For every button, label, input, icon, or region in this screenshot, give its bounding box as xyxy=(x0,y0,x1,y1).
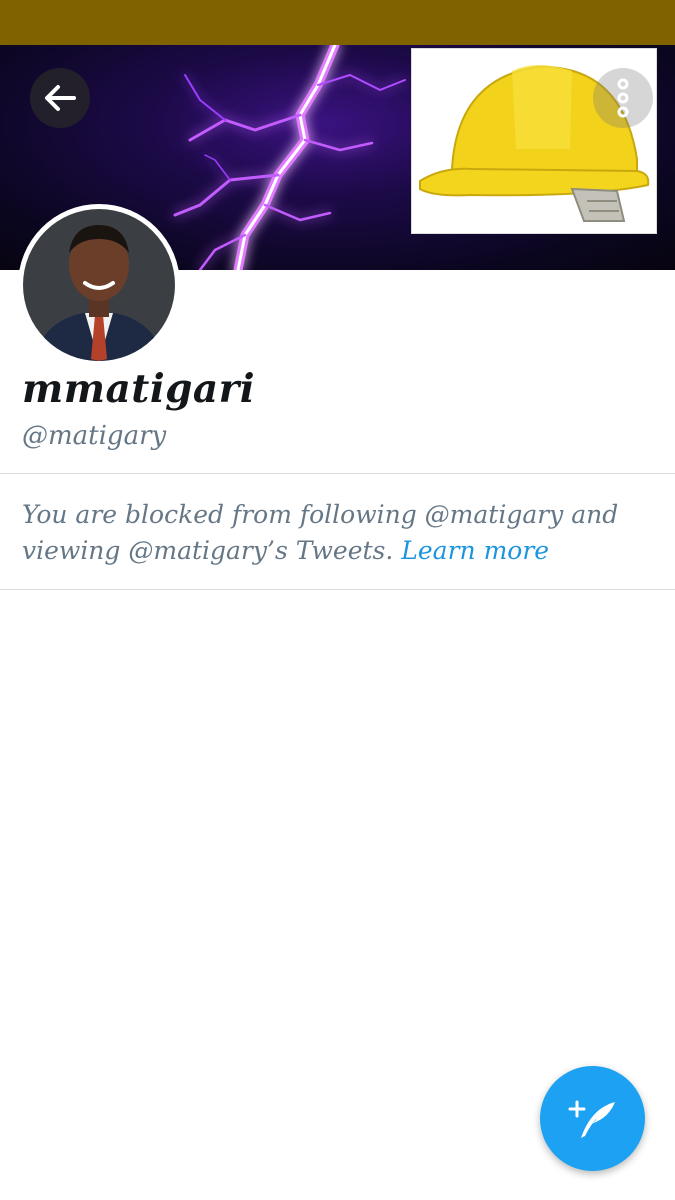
compose-tweet-icon xyxy=(568,1100,615,1138)
profile-avatar[interactable] xyxy=(18,204,180,366)
learn-more-link[interactable]: Learn more xyxy=(401,536,549,565)
display-name: mmatigari xyxy=(22,366,256,412)
back-button[interactable] xyxy=(30,68,90,128)
avatar-photo xyxy=(23,209,175,361)
more-options-button[interactable] xyxy=(593,68,653,128)
status-bar xyxy=(0,0,675,45)
arrow-left-icon xyxy=(45,85,76,111)
divider xyxy=(0,589,675,590)
compose-tweet-button[interactable] xyxy=(540,1066,645,1171)
divider xyxy=(0,473,675,474)
blocked-notice: You are blocked from following @matigary… xyxy=(22,497,642,569)
profile-handle: @matigary xyxy=(22,421,167,451)
more-vertical-icon xyxy=(617,78,629,118)
